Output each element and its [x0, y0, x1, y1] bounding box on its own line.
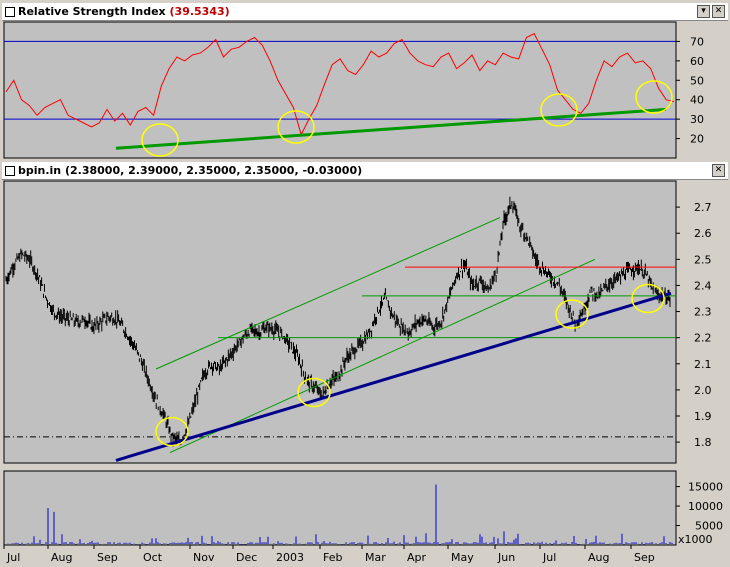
price-titlebar[interactable]: bpin.in (2.38000, 2.39000, 2.35000, 2.35… — [2, 162, 728, 180]
price-chart: 2.7 2.6 2.5 2.4 2.3 2.2 2.1 2.0 1.9 1.8 — [3, 180, 712, 464]
rsi-value: (39.5343) — [169, 5, 230, 18]
y-tick-label: 2.0 — [694, 384, 712, 397]
y-tick-label: 30 — [690, 113, 704, 126]
panel-icon — [5, 166, 15, 176]
rsi-title: Relative Strength Index (39.5343) — [18, 5, 230, 18]
y-tick-label: 15000 — [688, 481, 723, 494]
plot-area — [3, 470, 677, 546]
y-tick-label: 1.9 — [694, 410, 712, 423]
x-tick-label: Aug — [588, 551, 609, 564]
rsi-titlebar[interactable]: Relative Strength Index (39.5343) ▾ ✕ — [2, 3, 728, 21]
y-tick-label: 2.1 — [694, 358, 712, 371]
x-tick-label: Mar — [365, 551, 386, 564]
minimize-button[interactable]: ▾ — [697, 5, 710, 18]
y-tick-label: 2.5 — [694, 253, 712, 266]
x-tick-label: Jul — [6, 551, 20, 564]
y-tick-label: 60 — [690, 55, 704, 68]
price-title: bpin.in (2.38000, 2.39000, 2.35000, 2.35… — [18, 164, 363, 177]
y-tick-label: 50 — [690, 74, 704, 87]
x-tick-label: Jul — [542, 551, 556, 564]
x-tick-label: Dec — [236, 551, 257, 564]
y-tick-label: 40 — [690, 94, 704, 107]
x-tick-label: Feb — [323, 551, 342, 564]
x-tick-label: Sep — [634, 551, 655, 564]
close-button[interactable]: ✕ — [712, 164, 725, 177]
x-tick-label: Aug — [51, 551, 72, 564]
y-tick-label: 2.6 — [694, 227, 712, 240]
y-tick-label: 2.4 — [694, 279, 712, 292]
y-tick-label: 2.7 — [694, 201, 712, 214]
panel-icon — [5, 7, 15, 17]
x-tick-label: 2003 — [276, 551, 304, 564]
x-tick-label: Nov — [193, 551, 215, 564]
y-tick-label: 1.8 — [694, 436, 712, 449]
y-tick-label: 20 — [690, 133, 704, 146]
y-tick-label: 70 — [690, 35, 704, 48]
close-button[interactable]: ✕ — [712, 5, 725, 18]
y-tick-label: 2.2 — [694, 332, 712, 345]
x-tick-label: Apr — [407, 551, 427, 564]
x-tick-label: May — [451, 551, 474, 564]
x-tick-label: Sep — [97, 551, 118, 564]
x-tick-label: Jun — [497, 551, 515, 564]
rsi-chart: 70 60 50 40 30 20 — [3, 21, 704, 159]
y-tick-label: 2.3 — [694, 306, 712, 319]
y-tick-label: 10000 — [688, 500, 723, 513]
x-tick-label: Oct — [143, 551, 163, 564]
plot-area — [3, 21, 677, 159]
y-tick-label: 5000 — [695, 520, 723, 533]
volume-multiplier: x1000 — [678, 533, 713, 546]
volume-chart: 15000 10000 5000x1000 Jul Aug Sep Oct Nov Dec 200… — [3, 470, 723, 564]
